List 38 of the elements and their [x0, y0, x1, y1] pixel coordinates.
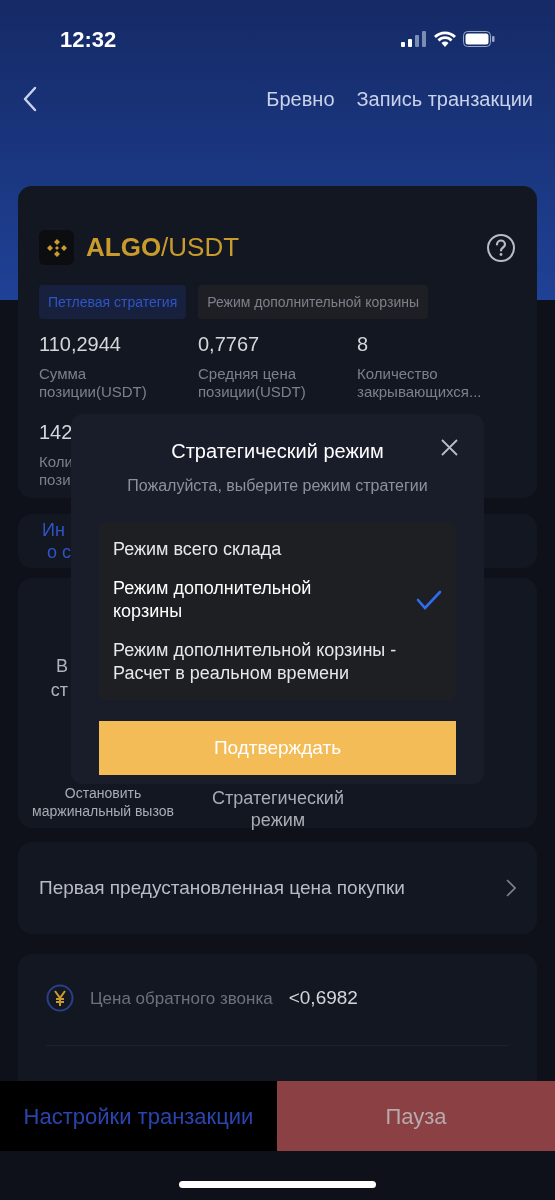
help-icon[interactable] — [486, 232, 516, 263]
dialog-title: Стратегический режим — [171, 439, 384, 464]
pair-quote: /USDT — [161, 231, 240, 264]
stat-label: Количество закрывающихся... — [357, 365, 483, 401]
wifi-icon — [434, 31, 456, 47]
nav-link[interactable]: Запись транзакции — [356, 84, 533, 114]
action-label: ст — [50, 679, 68, 702]
stat-value: 8 — [357, 332, 370, 357]
strategy-tag: Петлевая стратегия — [39, 285, 187, 319]
mode-option[interactable]: Режим всего склада — [113, 537, 442, 561]
chevron-right-icon — [506, 879, 516, 897]
preset-price-row[interactable]: Первая предустановленная цена покупки — [18, 842, 537, 934]
stat-value: 110,2944 — [39, 332, 122, 357]
check-icon — [416, 589, 442, 610]
price-value: <0,6982 — [288, 986, 358, 1010]
stat-value: 0,7767 — [198, 332, 261, 357]
stat-label: пози — [39, 471, 71, 489]
back-icon[interactable] — [22, 86, 38, 112]
pair-base: ALGO — [86, 231, 162, 264]
action-label[interactable]: Стратегический режим — [203, 787, 353, 831]
strategy-tag: Режим дополнительной корзины — [198, 285, 428, 319]
nav-link[interactable]: Бревно — [266, 84, 335, 114]
stat-label: Сумма позиции(USDT) — [39, 365, 148, 401]
close-icon[interactable] — [441, 439, 458, 456]
coin-logo-icon — [39, 230, 74, 265]
status-time: 12:32 — [60, 25, 117, 54]
row-label: Первая предустановленная цена покупки — [39, 875, 405, 900]
stat-value: 142 — [39, 420, 74, 445]
action-label: В — [56, 655, 68, 678]
dialog-subtitle: Пожалуйста, выберите режим стратегии — [127, 476, 428, 496]
yen-coin-icon — [46, 984, 74, 1013]
price-label: Цена обратного звонка — [90, 987, 273, 1010]
action-label[interactable]: Остановить маржинальный вызов — [18, 784, 188, 820]
battery-icon — [463, 31, 495, 47]
mode-option[interactable]: Режим дополнительной корзины - Расчет в реальном времени — [113, 638, 442, 685]
stat-label: Средняя цена позиции(USDT) — [198, 365, 307, 401]
signal-icon — [401, 31, 427, 47]
mode-option[interactable]: Режим дополнительной корзины — [113, 576, 442, 623]
